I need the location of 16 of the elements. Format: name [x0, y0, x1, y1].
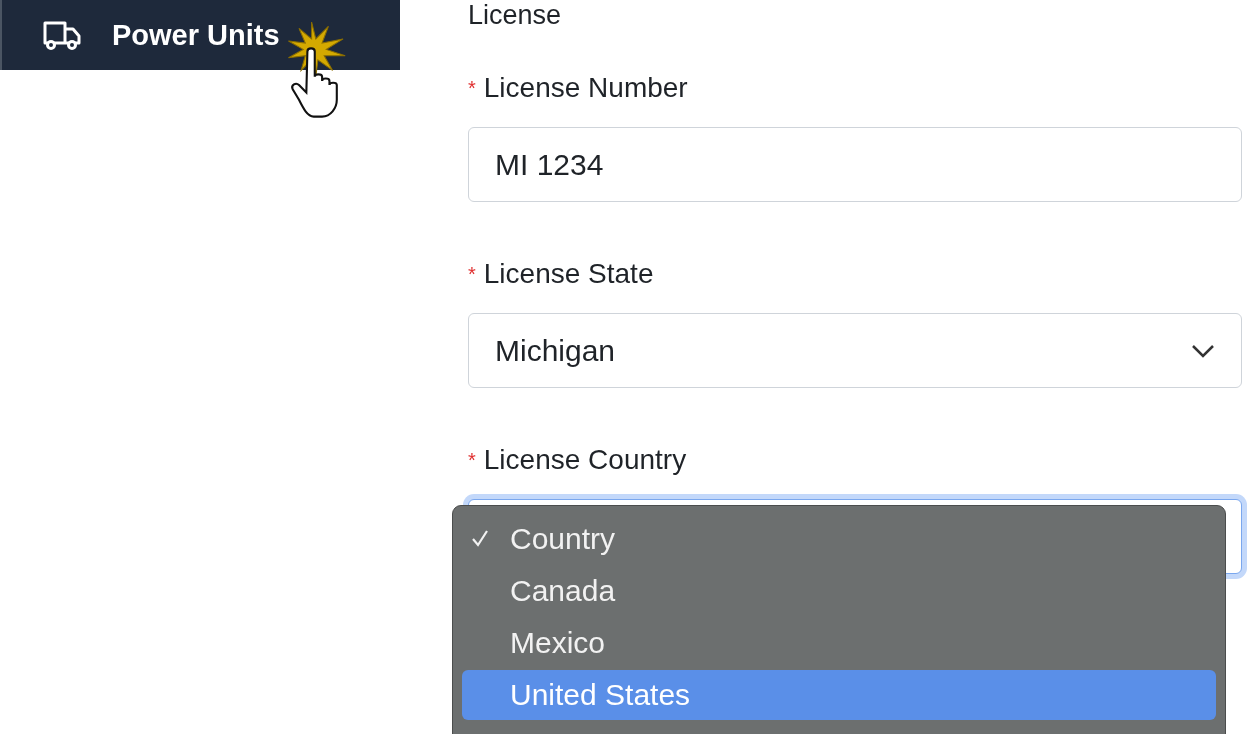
field-label: License Country	[483, 443, 687, 477]
field-label: License Number	[483, 71, 688, 105]
required-asterisk: *	[468, 262, 476, 287]
section-title: License	[468, 0, 563, 31]
dropdown-option[interactable]: Country	[462, 514, 1216, 564]
truck-icon	[42, 20, 82, 50]
field-label: License State	[483, 257, 654, 291]
required-asterisk: *	[468, 448, 476, 473]
input-field[interactable]: MI 1234	[468, 127, 1242, 202]
required-asterisk: *	[468, 76, 476, 101]
dropdown-option[interactable]: Canada	[462, 566, 1216, 616]
select-field[interactable]: Michigan	[468, 313, 1242, 388]
dropdown-option[interactable]: United States	[462, 670, 1216, 720]
dropdown-option[interactable]: Mexico	[462, 618, 1216, 668]
chevron-down-icon	[1191, 343, 1215, 358]
sidebar-item[interactable]: Power Units	[0, 0, 400, 70]
